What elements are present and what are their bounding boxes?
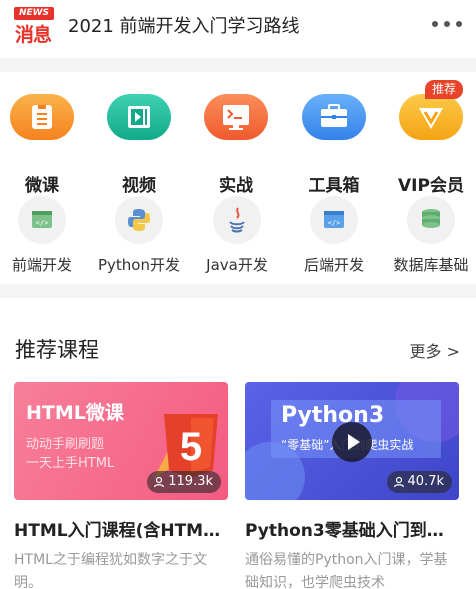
- course-description: HTML之于编程犹如数字之于文明。: [14, 552, 207, 589]
- python-icon: [115, 196, 163, 244]
- vip-icon: [399, 94, 463, 140]
- recommend-section: 推荐课程 更多 > HTML微课 动动手刷刷题 一天上手HTML 5 119.3…: [0, 298, 476, 589]
- thumb-line: 动动手刷刷题: [26, 437, 105, 452]
- toolbox-icon: [302, 94, 366, 140]
- course-title[interactable]: HTML入门课程(含HTML5): [14, 516, 228, 541]
- code-window-icon: </>: [18, 196, 66, 244]
- news-headline[interactable]: 2021 前端开发入门学习路线: [68, 12, 300, 38]
- nav-label: 实战: [219, 176, 253, 196]
- category-nav: 微课 视频 实战 工具箱 VIP会员 推荐 </> 前端开发 Python开发 …: [0, 72, 476, 284]
- nav-item-toolbox[interactable]: 工具箱: [296, 94, 372, 196]
- note-icon: [10, 94, 74, 140]
- course-card-html[interactable]: HTML微课 动动手刷刷题 一天上手HTML 5 119.3k HTML入门课程…: [14, 382, 228, 589]
- nav-label: VIP会员: [398, 176, 464, 196]
- news-badge-text: 消息: [15, 24, 52, 46]
- nav-label: 数据库基础: [393, 256, 469, 274]
- svg-text:5: 5: [180, 425, 202, 469]
- nav-item-frontend[interactable]: </> 前端开发: [0, 196, 87, 276]
- course-card-python[interactable]: Python3 “零基础”入门到爬虫实战 40.7k Python3零基础入门到…: [245, 382, 459, 589]
- nav-item-video[interactable]: 视频: [101, 94, 177, 196]
- play-icon[interactable]: [332, 422, 372, 462]
- nav-label: 前端开发: [11, 256, 72, 274]
- nav-label: Java开发: [206, 256, 268, 274]
- nav-item-weike[interactable]: 微课: [4, 94, 80, 196]
- more-options-icon[interactable]: [432, 19, 462, 29]
- course-description: 通俗易懂的Python入门课，学基础知识，也学爬虫技术: [245, 552, 448, 589]
- thumb-title: HTML微课: [26, 402, 124, 424]
- java-icon: [213, 196, 261, 244]
- svg-text:</>: </>: [328, 219, 341, 227]
- nav-item-python[interactable]: Python开发: [94, 196, 184, 276]
- news-logo: NEWS 消息: [14, 7, 54, 46]
- video-icon: [107, 94, 171, 140]
- thumb-line: 一天上手HTML: [26, 456, 115, 471]
- nav-label: 工具箱: [308, 176, 360, 196]
- database-icon: [407, 196, 455, 244]
- view-count-value: 119.3k: [168, 474, 213, 489]
- news-bar[interactable]: NEWS 消息 2021 前端开发入门学习路线: [0, 0, 476, 58]
- course-thumbnail[interactable]: HTML微课 动动手刷刷题 一天上手HTML 5 119.3k: [14, 382, 228, 500]
- view-count-value: 40.7k: [407, 474, 444, 489]
- view-count: 40.7k: [386, 471, 452, 493]
- course-title[interactable]: Python3零基础入门到爬虫实战: [245, 516, 459, 541]
- terminal-icon: [204, 94, 268, 140]
- nav-label: 微课: [25, 176, 59, 196]
- news-tag: NEWS: [14, 7, 54, 20]
- user-icon: [154, 476, 165, 488]
- course-thumbnail[interactable]: Python3 “零基础”入门到爬虫实战 40.7k: [245, 382, 459, 500]
- recommend-badge: 推荐: [425, 80, 464, 99]
- nav-item-database[interactable]: 数据库基础: [386, 196, 476, 276]
- svg-text:</>: </>: [36, 219, 49, 227]
- nav-label: 视频: [122, 176, 156, 196]
- view-count: 119.3k: [147, 471, 221, 493]
- user-icon: [393, 476, 404, 488]
- nav-item-backend[interactable]: </> 后端开发: [289, 196, 379, 276]
- nav-item-vip[interactable]: VIP会员: [393, 94, 469, 196]
- nav-item-java[interactable]: Java开发: [192, 196, 282, 276]
- server-code-icon: </>: [310, 196, 358, 244]
- nav-label: 后端开发: [303, 256, 364, 274]
- more-link[interactable]: 更多 >: [410, 338, 461, 362]
- nav-item-practice[interactable]: 实战: [198, 94, 274, 196]
- nav-label: Python开发: [98, 256, 180, 274]
- section-title: 推荐课程: [15, 338, 99, 362]
